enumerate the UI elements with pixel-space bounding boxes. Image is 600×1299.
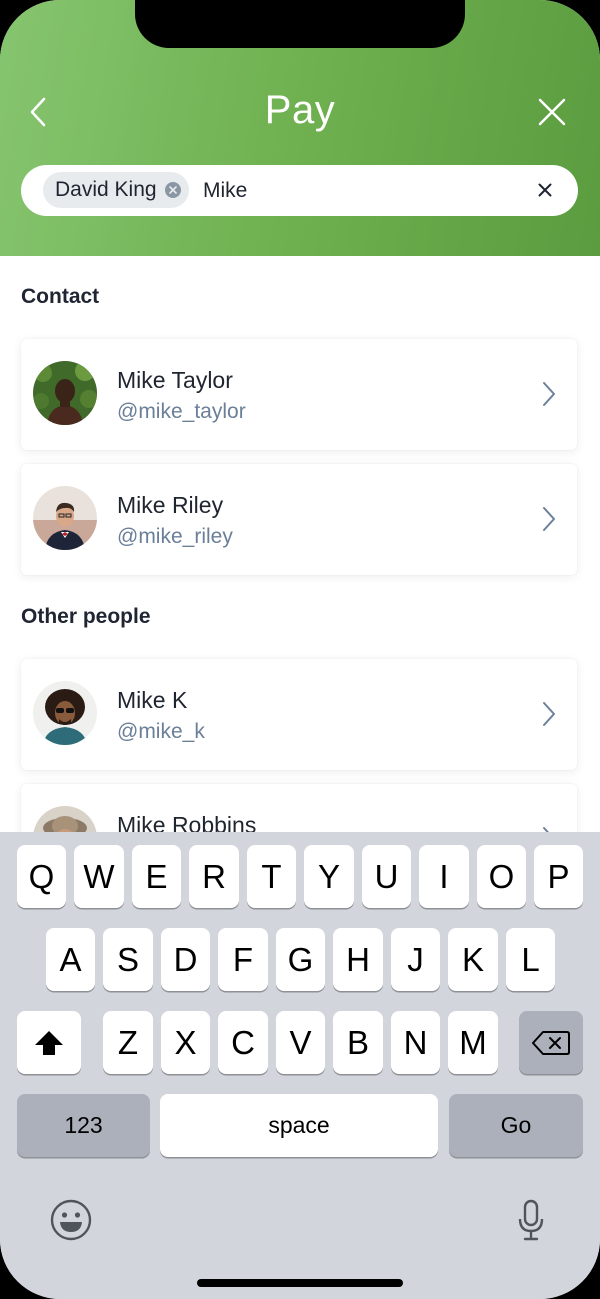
section-title-other-people: Other people <box>21 605 151 628</box>
contact-handle: @mike_taylor <box>117 400 246 423</box>
go-key[interactable]: Go <box>449 1094 583 1157</box>
list-item[interactable]: Mike Riley @mike_riley <box>21 464 577 575</box>
key-h[interactable]: H <box>333 928 383 991</box>
chip-label: David King <box>55 178 157 201</box>
key-c[interactable]: C <box>218 1011 268 1074</box>
key-i[interactable]: I <box>419 845 469 908</box>
backspace-icon <box>532 1030 570 1055</box>
key-q[interactable]: Q <box>17 845 66 908</box>
shift-key[interactable] <box>17 1011 81 1074</box>
close-icon <box>538 98 566 126</box>
contact-handle: @mike_riley <box>117 525 233 548</box>
backspace-key[interactable] <box>519 1011 583 1074</box>
key-a[interactable]: A <box>46 928 95 991</box>
list-item[interactable]: Mike K @mike_k <box>21 659 577 770</box>
search-input[interactable] <box>203 177 503 205</box>
key-y[interactable]: Y <box>304 845 354 908</box>
key-j[interactable]: J <box>391 928 440 991</box>
home-indicator[interactable] <box>197 1279 403 1287</box>
key-n[interactable]: N <box>391 1011 440 1074</box>
key-z[interactable]: Z <box>103 1011 153 1074</box>
section-title-contact: Contact <box>21 285 100 308</box>
chip-remove-button[interactable] <box>164 182 181 198</box>
avatar <box>33 486 97 550</box>
emoji-button[interactable] <box>48 1197 94 1243</box>
search-bar[interactable]: David King <box>21 165 578 216</box>
chevron-right-icon <box>539 379 559 409</box>
key-t[interactable]: T <box>247 845 296 908</box>
key-e[interactable]: E <box>132 845 181 908</box>
key-f[interactable]: F <box>218 928 268 991</box>
shift-icon <box>35 1030 63 1055</box>
numbers-key[interactable]: 123 <box>17 1094 150 1157</box>
list-item[interactable]: Mike Taylor @mike_taylor <box>21 339 577 450</box>
chevron-right-icon <box>539 699 559 729</box>
key-g[interactable]: G <box>276 928 325 991</box>
close-icon <box>538 183 552 197</box>
key-v[interactable]: V <box>276 1011 325 1074</box>
clear-search-button[interactable] <box>533 178 557 202</box>
key-d[interactable]: D <box>161 928 210 991</box>
emoji-icon <box>50 1199 92 1241</box>
contact-name: Mike Riley <box>117 492 224 518</box>
space-key[interactable]: space <box>160 1094 438 1157</box>
dictation-button[interactable] <box>516 1197 546 1243</box>
key-l[interactable]: L <box>506 928 555 991</box>
key-b[interactable]: B <box>333 1011 383 1074</box>
phone-screen: Pay David King Cont <box>0 0 600 1299</box>
device-notch <box>135 0 465 48</box>
contact-handle: @mike_k <box>117 720 205 743</box>
recipient-chip[interactable]: David King <box>43 172 189 208</box>
chevron-right-icon <box>539 504 559 534</box>
key-u[interactable]: U <box>362 845 411 908</box>
key-k[interactable]: K <box>448 928 498 991</box>
key-r[interactable]: R <box>189 845 239 908</box>
key-o[interactable]: O <box>477 845 526 908</box>
avatar <box>33 361 97 425</box>
close-button[interactable] <box>532 92 572 132</box>
avatar <box>33 681 97 745</box>
close-icon <box>168 186 177 194</box>
contact-name: Mike K <box>117 687 188 713</box>
microphone-icon <box>518 1199 544 1241</box>
page-title: Pay <box>264 88 336 132</box>
key-p[interactable]: P <box>534 845 583 908</box>
key-w[interactable]: W <box>74 845 124 908</box>
key-s[interactable]: S <box>103 928 153 991</box>
key-x[interactable]: X <box>161 1011 210 1074</box>
contact-name: Mike Taylor <box>117 367 233 393</box>
key-m[interactable]: M <box>448 1011 498 1074</box>
